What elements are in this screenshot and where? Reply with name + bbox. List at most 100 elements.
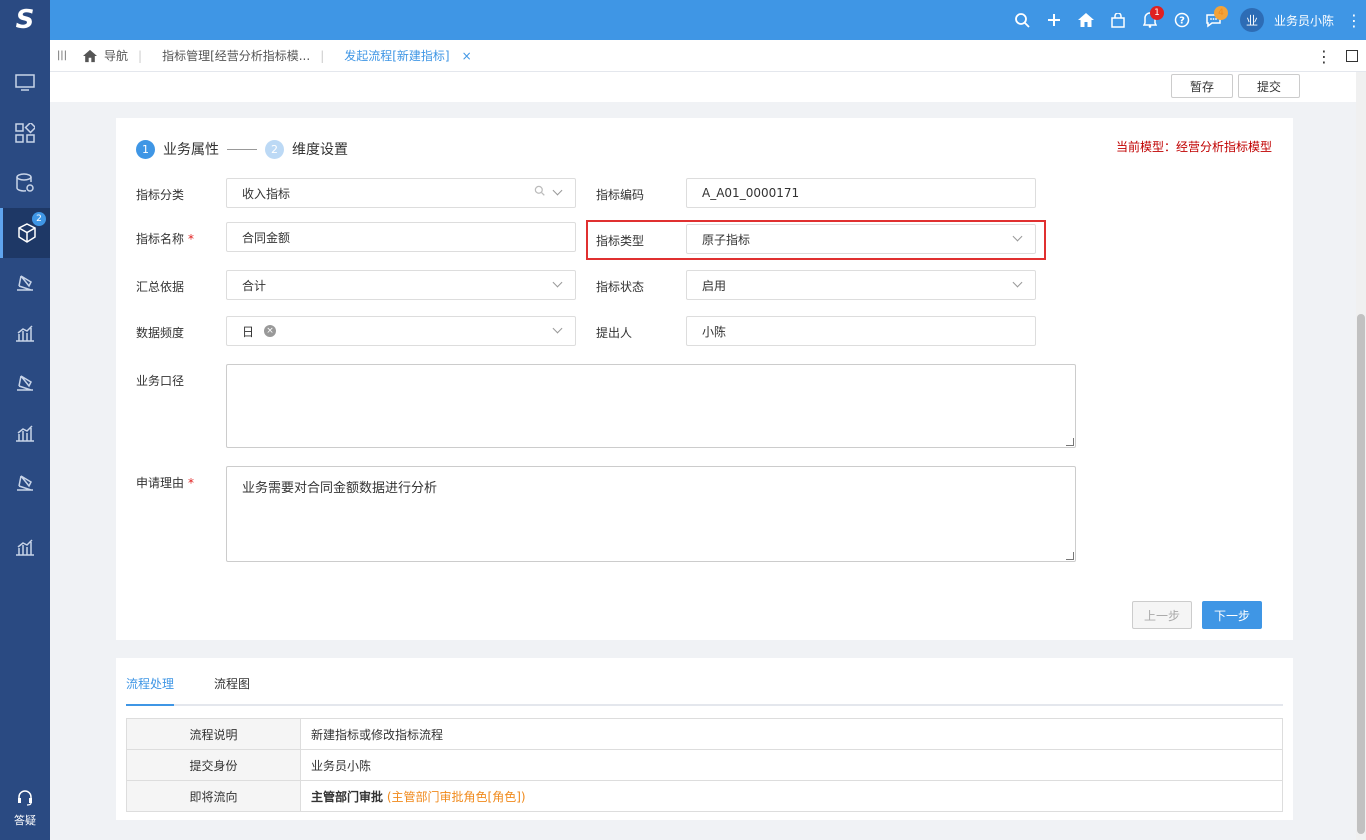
tab-flow-chart[interactable]: 流程图 <box>214 675 250 704</box>
search-icon <box>534 185 545 199</box>
flow-tabs: 流程处理 流程图 <box>126 658 1283 706</box>
code-field[interactable]: A_A01_0000171 <box>686 178 1036 208</box>
resize-handle[interactable] <box>1066 438 1074 446</box>
freq-label: 数据频度 <box>136 326 185 340</box>
maximize-icon[interactable] <box>1346 50 1358 62</box>
proposer-label: 提出人 <box>596 326 633 340</box>
category-label: 指标分类 <box>136 188 185 202</box>
type-label: 指标类型 <box>596 234 645 248</box>
chevron-down-icon <box>553 325 563 335</box>
bag-icon[interactable] <box>1102 0 1134 40</box>
row-value: 主管部门审批 (主管部门审批角色[角色]) <box>300 780 1283 812</box>
status-label: 指标状态 <box>596 280 645 294</box>
close-icon[interactable]: × <box>462 49 472 63</box>
vertical-scrollbar[interactable] <box>1356 72 1366 840</box>
home-icon[interactable] <box>1070 0 1102 40</box>
agg-label: 汇总依据 <box>136 280 185 294</box>
sidebar-item-chart-1[interactable] <box>0 308 50 358</box>
message-badge: 4 <box>1213 6 1228 20</box>
sidebar-item-database[interactable] <box>0 158 50 208</box>
tab-divider: | <box>320 48 325 63</box>
home-icon <box>83 49 97 62</box>
row-key: 提交身份 <box>126 749 301 781</box>
sidebar-item-layers-1[interactable] <box>0 258 50 308</box>
proposer-value: 小陈 <box>702 324 727 339</box>
code-value: A_A01_0000171 <box>702 186 800 200</box>
search-icon[interactable] <box>1006 0 1038 40</box>
app-logo[interactable]: S <box>0 0 50 40</box>
layers-icon <box>17 375 33 391</box>
tab-indicator-management[interactable]: 指标管理[经营分析指标模... | <box>152 40 334 72</box>
save-draft-button[interactable]: 暂存 <box>1171 74 1233 98</box>
reason-label: 申请理由 * <box>136 474 194 491</box>
scrollbar-thumb[interactable] <box>1357 314 1365 834</box>
caliber-label: 业务口径 <box>136 374 185 388</box>
agg-value: 合计 <box>242 278 267 293</box>
clear-tag-icon[interactable]: × <box>264 325 277 337</box>
code-label: 指标编码 <box>596 188 645 202</box>
name-label: 指标名称 * <box>136 230 194 247</box>
tab-flow-process[interactable]: 流程处理 <box>126 675 175 706</box>
next-step-button[interactable]: 下一步 <box>1202 601 1262 629</box>
table-row: 提交身份 业务员小陈 <box>126 749 1283 781</box>
name-field[interactable]: 合同金额 <box>226 222 576 252</box>
sidebar-item-chart-2[interactable] <box>0 408 50 458</box>
more-vertical-icon[interactable]: ⋮ <box>1316 47 1332 66</box>
database-gear-icon <box>16 173 34 192</box>
sidebar-item-indicator[interactable]: 2 <box>0 208 50 258</box>
avatar[interactable]: 业 <box>1239 8 1264 32</box>
caliber-textarea[interactable] <box>226 364 1076 448</box>
sidebar-item-monitor[interactable] <box>0 58 50 108</box>
sidebar: 2 答疑 <box>0 40 50 840</box>
tab-label: 指标管理[经营分析指标模... <box>162 49 311 63</box>
agg-select[interactable]: 合计 <box>226 270 576 300</box>
step-label: 业务属性 <box>163 142 219 158</box>
reason-textarea[interactable]: 业务需要对合同金额数据进行分析 <box>226 466 1076 562</box>
resize-handle[interactable] <box>1066 552 1074 560</box>
status-select[interactable]: 启用 <box>686 270 1036 300</box>
freq-select[interactable]: 日 × <box>226 316 576 346</box>
chart-icon <box>16 325 34 342</box>
type-select[interactable]: 原子指标 <box>686 224 1036 254</box>
notification-badge: 1 <box>1149 6 1164 20</box>
table-row: 即将流向 主管部门审批 (主管部门审批角色[角色]) <box>126 780 1283 812</box>
monitor-icon <box>15 74 35 91</box>
current-model-hint: 当前模型：经营分析指标模型 <box>1115 140 1272 154</box>
sidebar-item-apps[interactable] <box>0 108 50 158</box>
category-select[interactable]: 收入指标 <box>226 178 576 208</box>
apps-icon <box>15 123 35 143</box>
freq-tag: 日 <box>242 324 255 339</box>
submit-button[interactable]: 提交 <box>1238 74 1300 98</box>
plus-icon[interactable] <box>1038 0 1070 40</box>
chevron-down-icon <box>1013 279 1023 289</box>
form-card: 1 业务属性 2 维度设置 当前模型：经营分析指标模型 指标分类 收入指标 指标… <box>116 118 1293 640</box>
help-button[interactable]: 答疑 <box>0 789 50 828</box>
tab-navigation[interactable]: 导航 | <box>72 40 152 72</box>
reason-label-text: 申请理由 <box>136 476 185 490</box>
step-connector <box>227 148 257 150</box>
status-value: 启用 <box>702 278 727 293</box>
bell-icon[interactable]: 1 <box>1134 0 1166 40</box>
step-number: 2 <box>265 139 284 159</box>
tab-divider: | <box>138 48 143 63</box>
tab-label: 导航 <box>104 49 129 63</box>
step-label: 维度设置 <box>292 142 348 158</box>
type-value: 原子指标 <box>702 232 751 247</box>
sidebar-item-layers-2[interactable] <box>0 358 50 408</box>
proposer-field[interactable]: 小陈 <box>686 316 1036 346</box>
prev-step-button[interactable]: 上一步 <box>1132 601 1192 629</box>
row-value: 业务员小陈 <box>300 749 1283 781</box>
user-name[interactable]: 业务员小陈 <box>1274 12 1334 29</box>
more-vertical-icon[interactable]: ⋮ <box>1342 11 1366 30</box>
next-node-role: (主管部门审批角色[角色]) <box>386 789 526 804</box>
tab-start-process[interactable]: 发起流程[新建指标] × <box>334 40 481 72</box>
chart-icon <box>16 539 34 556</box>
sidebar-item-layers-3[interactable] <box>0 458 50 508</box>
tab-bar: ||| 导航 | 指标管理[经营分析指标模... | 发起流程[新建指标] × … <box>50 40 1366 72</box>
help-icon[interactable]: ? <box>1166 0 1198 40</box>
tab-list-icon[interactable]: ||| <box>52 50 72 61</box>
chat-icon[interactable]: 4 <box>1198 0 1230 40</box>
sidebar-item-chart-3[interactable] <box>0 522 50 572</box>
flow-table: 流程说明 新建指标或修改指标流程 提交身份 业务员小陈 即将流向 主管部门审批 … <box>126 718 1283 812</box>
sidebar-badge: 2 <box>32 212 46 226</box>
